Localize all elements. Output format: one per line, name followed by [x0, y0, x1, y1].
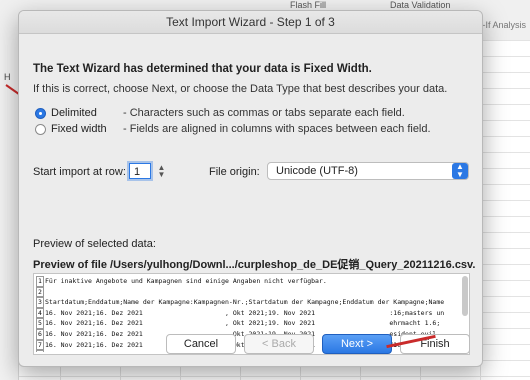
preview-line-text: Für inaktive Angebote und Kampagnen sind…	[45, 277, 327, 285]
preview-line-number: 2	[36, 286, 44, 298]
preview-line-text: 16. Nov 2021;16. Dez 2021 , Okt 2021;19.…	[45, 308, 445, 317]
preview-line-number: 1	[36, 276, 44, 287]
flash-fill-label: Flash Fill	[290, 0, 327, 10]
file-origin-select[interactable]: Unicode (UTF-8) ▲ ▼	[267, 162, 469, 180]
preview-line-number: 7	[36, 339, 44, 351]
preview-label: Preview of selected data:	[33, 238, 156, 250]
text-import-wizard-dialog: Text Import Wizard - Step 1 of 3 The Tex…	[18, 10, 483, 367]
file-origin-value: Unicode (UTF-8)	[276, 165, 358, 177]
radio-fixed-width[interactable]	[35, 123, 46, 135]
preview-file-path: Preview of file /Users/yulhong/Downl.../…	[33, 259, 476, 271]
option-label[interactable]: Fixed width	[51, 123, 123, 135]
wizard-heading: The Text Wizard has determined that your…	[33, 63, 372, 75]
radio-delimited[interactable]	[35, 107, 46, 119]
preview-line: 5 16. Nov 2021;16. Dez 2021 , Okt 2021;19…	[36, 318, 457, 329]
option-delimited[interactable]: Delimited - Characters such as commas or…	[35, 107, 405, 119]
wizard-subtext: If this is correct, choose Next, or choo…	[33, 83, 448, 95]
next-button[interactable]: Next >	[322, 334, 392, 354]
file-origin-label: File origin:	[209, 166, 260, 178]
option-fixed-width[interactable]: Fixed width - Fields are aligned in colu…	[35, 123, 431, 135]
data-validation-label: Data Validation	[390, 0, 451, 10]
cancel-button[interactable]: Cancel	[166, 334, 236, 354]
preview-scrollbar[interactable]	[462, 276, 468, 316]
preview-line-number: 3	[36, 297, 44, 308]
preview-line-number: 8	[36, 350, 44, 352]
option-description: - Characters such as commas or tabs sepa…	[123, 107, 405, 119]
start-row-stepper-icon[interactable]: ▲ ▼	[157, 164, 166, 179]
back-button[interactable]: < Back	[244, 334, 314, 354]
preview-line-number: 6	[36, 328, 44, 340]
option-description: - Fields are aligned in columns with spa…	[123, 123, 431, 135]
preview-line: 2	[36, 286, 457, 298]
row-label: H	[4, 72, 11, 82]
preview-line: 1 Für inaktive Angebote und Kampagnen sin…	[36, 276, 457, 287]
preview-line: 3 Startdatum;Enddatum;Name der Kampagne:K…	[36, 297, 457, 308]
preview-line-number: 5	[36, 318, 44, 329]
start-row-input[interactable]: 1	[129, 163, 151, 179]
start-row-label: Start import at row:	[33, 166, 126, 178]
select-chevron-icon[interactable]: ▲ ▼	[452, 163, 468, 179]
option-label[interactable]: Delimited	[51, 107, 123, 119]
preview-line-number: 4	[36, 307, 44, 319]
preview-line: 4 16. Nov 2021;16. Dez 2021 , Okt 2021;19…	[36, 307, 457, 319]
dialog-title: Text Import Wizard - Step 1 of 3	[19, 11, 482, 34]
preview-line-text: 16. Nov 2021;16. Dez 2021 , Okt 2021;19.…	[45, 319, 441, 328]
preview-line-text: Startdatum;Enddatum;Name der Kampagne:Ka…	[45, 298, 445, 307]
